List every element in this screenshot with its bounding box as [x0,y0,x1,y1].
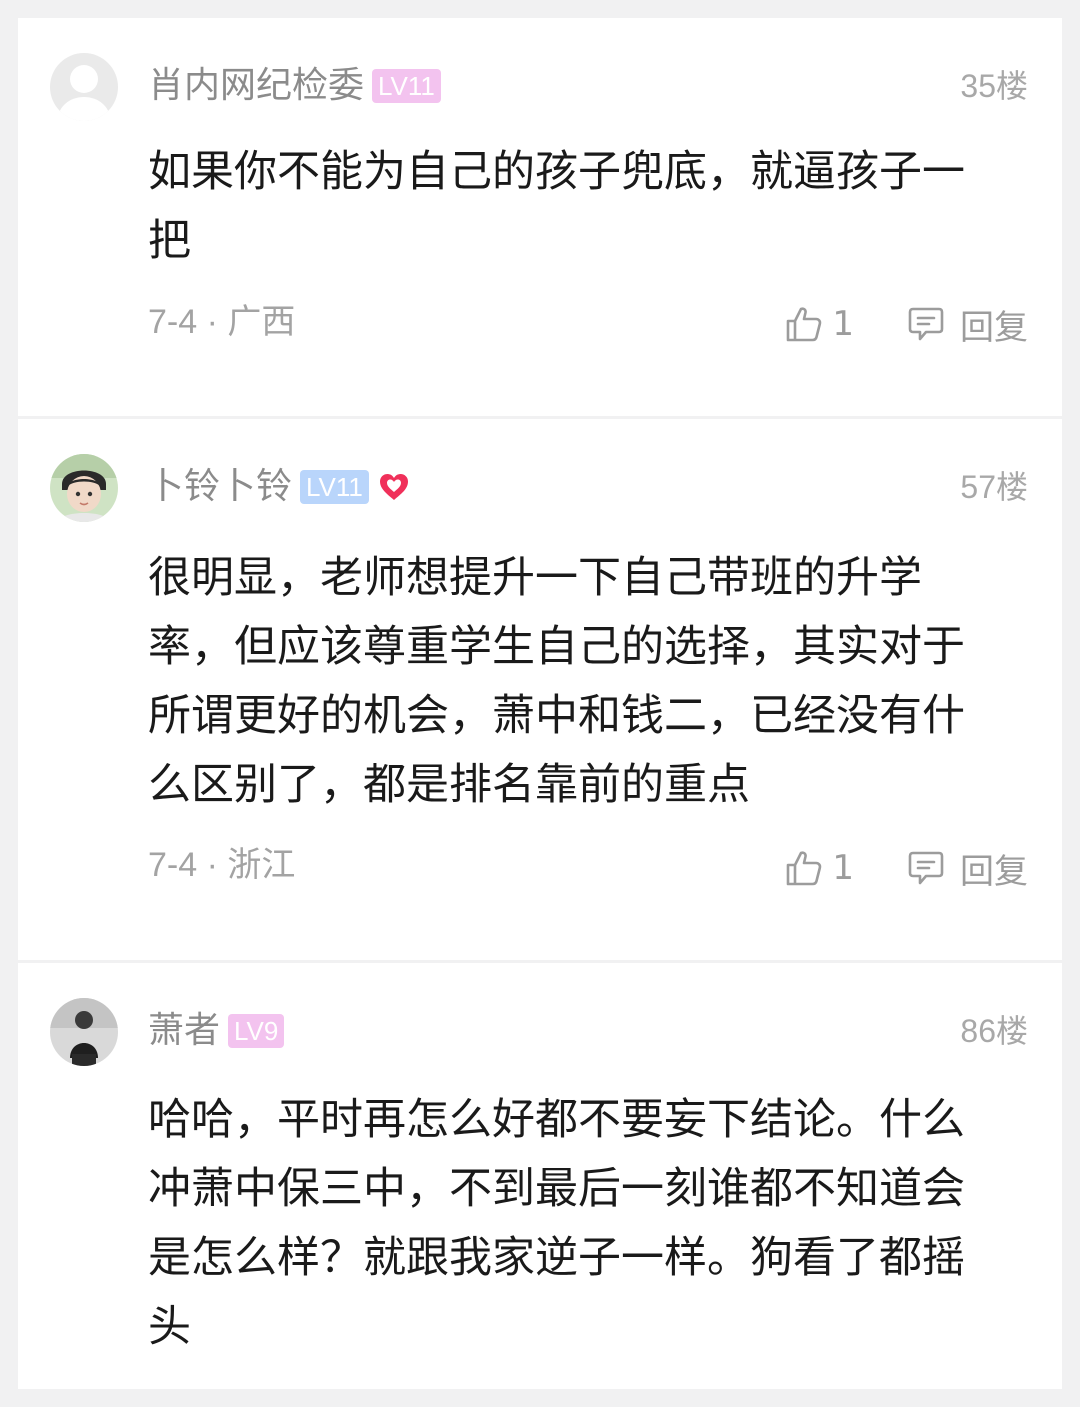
username[interactable]: 卜铃卜铃 [148,463,292,511]
reply-icon [908,851,944,885]
reply-label: 回复 [960,307,1028,348]
thumbs-up-icon [787,851,822,886]
username[interactable]: 萧者 [148,1007,220,1055]
like-button[interactable]: 1 [784,848,854,888]
comment-text: 如果你不能为自己的孩子兜底，就逼孩子一把 [148,147,965,266]
comment-text: 哈哈，平时再怎么好都不要妄下结论。什么冲萧中保三中，不到最后一刻谁都不知道会是怎… [148,1095,965,1352]
comment-text: 很明显，老师想提升一下自己带班的升学率，但应该尊重学生自己的选择，其实对于所谓更… [148,553,965,810]
reply-button[interactable]: 回复 [906,844,1028,893]
like-count: 1 [832,848,854,888]
default-avatar-icon [50,53,118,121]
floor-number: 35楼 [960,68,1028,104]
reply-label: 回复 [960,851,1028,892]
level-badge: LV9 [228,1014,285,1048]
like-button[interactable]: 1 [784,304,854,344]
floor-number: 86楼 [960,1013,1028,1049]
comment-card: 卜铃卜铃 LV11 57楼 很明显，老师想提升一下自己带班的升学率，但应该尊重学… [18,419,1062,960]
avatar[interactable] [50,998,118,1066]
username[interactable]: 肖内网纪检委 [148,62,364,110]
thumbs-up-icon [787,307,822,342]
like-count: 1 [832,304,854,344]
avatar[interactable] [50,454,118,522]
user-photo-avatar-icon [50,454,118,522]
comment-meta: 7-4 · 广西 [148,303,296,341]
level-badge: LV11 [300,470,369,504]
comment-card: 萧者 LV9 86楼 哈哈，平时再怎么好都不要妄下结论。什么冲萧中保三中，不到最… [18,963,1062,1389]
comment-meta: 7-4 · 浙江 [148,846,296,884]
comment-card: 肖内网纪检委 LV11 35楼 如果你不能为自己的孩子兜底，就逼孩子一把 7-4… [18,18,1062,416]
reply-icon [908,307,944,341]
reply-button[interactable]: 回复 [906,300,1028,349]
floor-number: 57楼 [960,469,1028,505]
avatar[interactable] [50,53,118,121]
level-badge: LV11 [372,69,441,103]
user-photo-avatar-icon [50,998,118,1066]
heart-icon [379,474,408,500]
